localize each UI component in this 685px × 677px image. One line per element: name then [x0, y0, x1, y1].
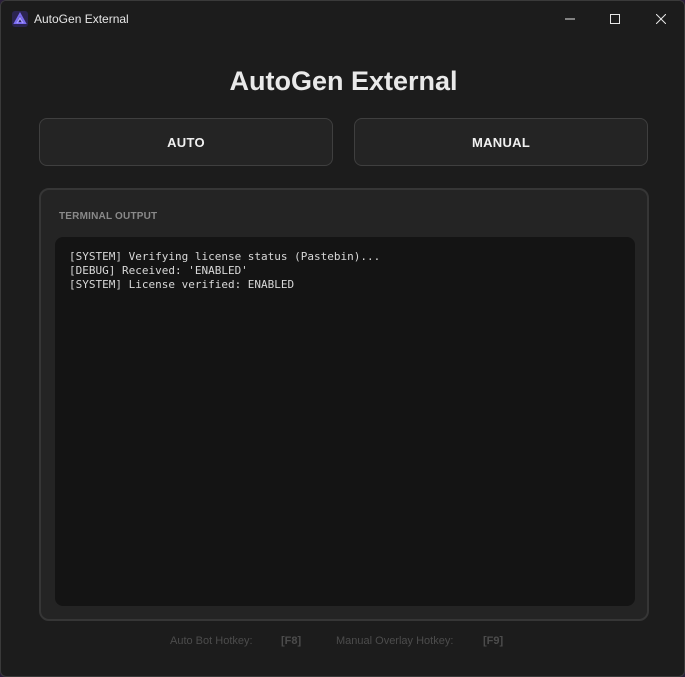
terminal-output[interactable]: [SYSTEM] Verifying license status (Paste…	[55, 237, 635, 606]
minimize-icon	[565, 18, 575, 20]
auto-hotkey-key: [F8]	[281, 635, 302, 647]
app-logo-icon	[12, 11, 28, 27]
terminal-label: TERMINAL OUTPUT	[59, 211, 158, 222]
auto-hotkey-label: Auto Bot Hotkey:	[170, 635, 253, 647]
title-bar[interactable]: AutoGen External	[1, 1, 684, 37]
app-heading: AutoGen External	[229, 66, 458, 96]
app-window: AutoGen External AutoGen External AUTO M…	[0, 0, 685, 677]
auto-mode-button[interactable]: AUTO	[39, 118, 333, 166]
terminal-panel: TERMINAL OUTPUT [SYSTEM] Verifying licen…	[39, 188, 649, 621]
manual-hotkey-label: Manual Overlay Hotkey:	[336, 635, 454, 647]
minimize-button[interactable]	[547, 1, 593, 37]
log-line: [DEBUG] Received: 'ENABLED'	[69, 264, 248, 277]
manual-mode-button[interactable]: MANUAL	[354, 118, 648, 166]
log-line: [SYSTEM] Verifying license status (Paste…	[69, 250, 381, 263]
maximize-icon	[610, 14, 620, 24]
manual-hotkey-key: [F9]	[483, 635, 504, 647]
close-icon	[656, 14, 666, 24]
maximize-button[interactable]	[592, 1, 638, 37]
window-title: AutoGen External	[34, 12, 129, 26]
close-button[interactable]	[638, 1, 684, 37]
log-line: [SYSTEM] License verified: ENABLED	[69, 278, 295, 291]
